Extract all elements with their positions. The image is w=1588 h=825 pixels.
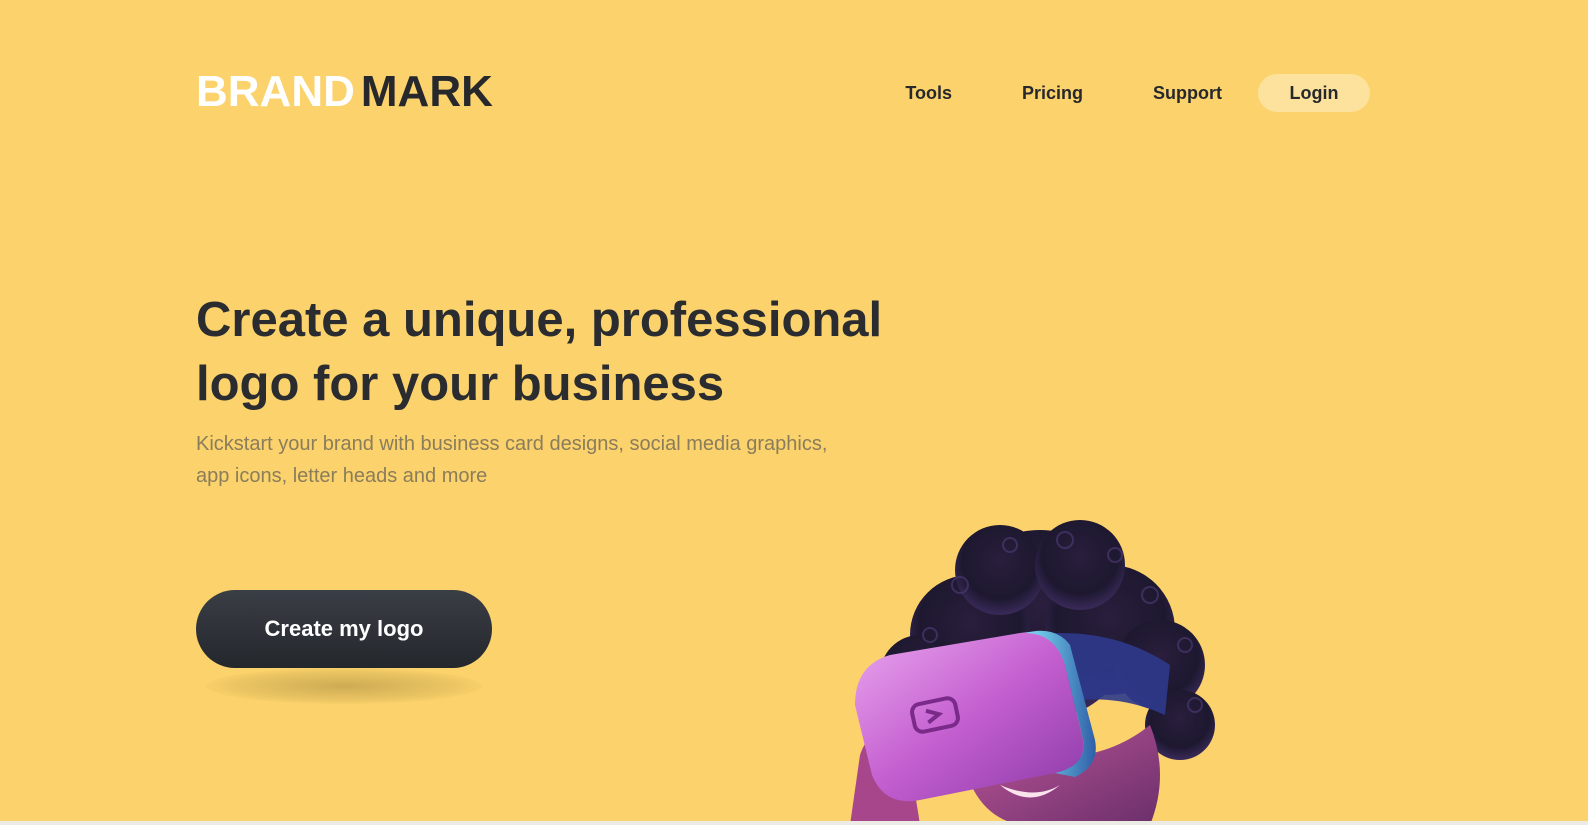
hero-subtitle-line-1: Kickstart your brand with business card … xyxy=(196,433,828,455)
hero-subtitle: Kickstart your brand with business card … xyxy=(196,428,916,492)
bottom-divider xyxy=(0,821,1588,825)
create-logo-button[interactable]: Create my logo xyxy=(196,590,492,668)
logo-mark-text: MARK xyxy=(360,67,493,116)
nav-tools-link[interactable]: Tools xyxy=(905,74,952,112)
brandmark-logo[interactable]: BRAND MARK xyxy=(196,68,493,116)
nav-pricing-link[interactable]: Pricing xyxy=(1022,74,1083,112)
site-header: BRAND MARK Tools Pricing Support Login xyxy=(196,68,1370,116)
hero-title-line-2: logo for your business xyxy=(196,357,725,411)
login-button[interactable]: Login xyxy=(1258,74,1370,112)
cta-shadow xyxy=(206,668,482,704)
nav-support-link[interactable]: Support xyxy=(1153,74,1222,112)
hero-subtitle-line-2: app icons, letter heads and more xyxy=(196,465,488,487)
hero-title: Create a unique, professional logo for y… xyxy=(196,288,956,416)
main-nav: Tools Pricing Support Login xyxy=(905,74,1370,112)
vr-person-illustration xyxy=(850,520,1215,825)
landing-page: BRAND MARK Tools Pricing Support Login Cr… xyxy=(0,0,1588,825)
logo-brand-text: BRAND xyxy=(196,67,355,116)
hero-vr-person-image xyxy=(850,515,1230,825)
hero-title-line-1: Create a unique, professional xyxy=(196,293,883,347)
